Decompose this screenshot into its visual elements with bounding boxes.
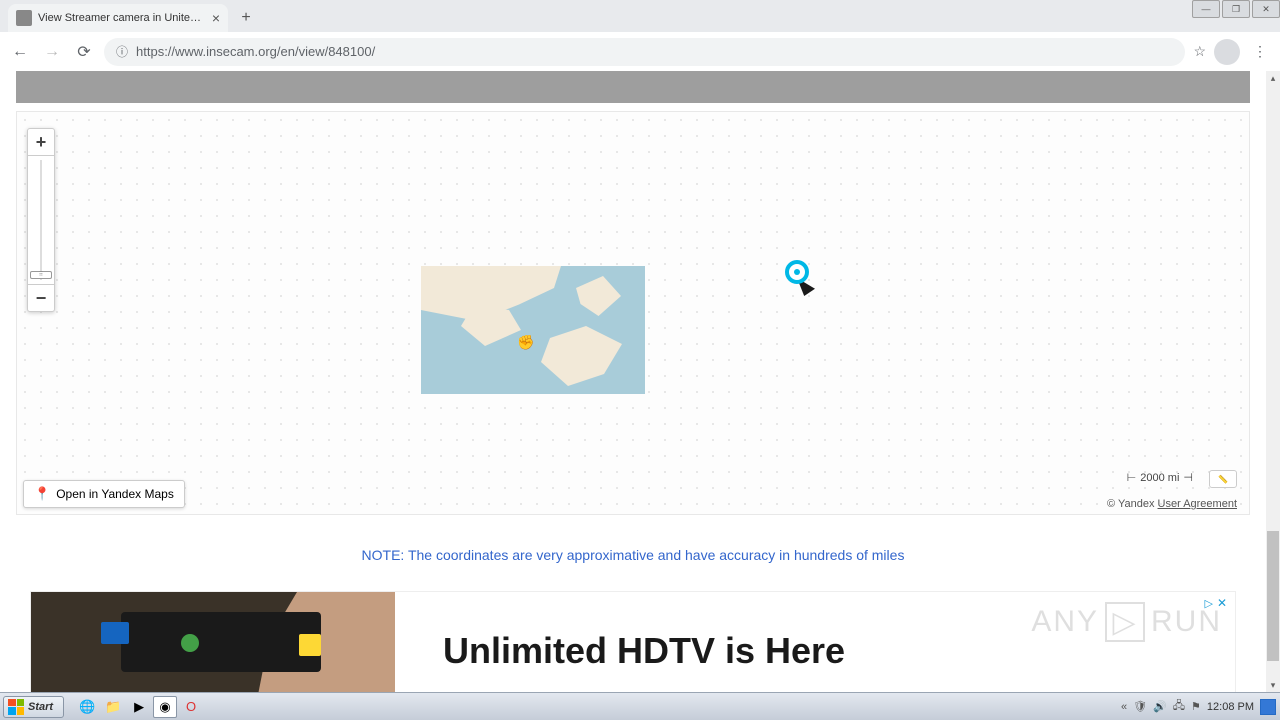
media-player-icon[interactable]: ▶ [127, 696, 151, 718]
site-info-icon[interactable]: ⓘ [116, 43, 128, 60]
opera-icon[interactable]: O [179, 696, 203, 718]
windows-logo-icon [8, 699, 24, 715]
copyright-prefix: © Yandex [1107, 498, 1158, 510]
map-scale: ⊢ 2000 mi ⊣ [1127, 471, 1193, 484]
adchoices-icon[interactable]: ▷ [1204, 597, 1212, 610]
zoom-out-button[interactable]: − [28, 285, 54, 311]
system-tray: « 🛡 🔊 🖧 ⚑ 12:08 PM [1121, 697, 1280, 716]
advertisement[interactable]: Unlimited HDTV is Here ▷ ✕ [30, 591, 1236, 692]
scale-bracket-left: ⊢ [1127, 471, 1137, 484]
banner-placeholder [16, 71, 1250, 103]
tray-network-icon[interactable]: 🖧 [1173, 697, 1185, 716]
ad-text-area: Unlimited HDTV is Here [395, 592, 1235, 692]
minimize-button[interactable]: — [1192, 0, 1220, 18]
start-button[interactable]: Start [3, 696, 64, 718]
scroll-up-arrow-icon[interactable]: ▴ [1266, 71, 1280, 85]
map-landmass [541, 326, 631, 386]
pin-icon: 📍 [34, 486, 50, 502]
scale-value: 2000 mi [1140, 472, 1179, 484]
tray-volume-icon[interactable]: 🔊 [1153, 700, 1167, 713]
open-in-yandex-maps-button[interactable]: 📍 Open in Yandex Maps [23, 480, 185, 508]
chrome-taskbar-icon[interactable]: ◉ [153, 696, 177, 718]
favicon-icon [16, 10, 32, 26]
ad-detail [181, 634, 199, 652]
ruler-button[interactable]: 📏 [1209, 470, 1237, 488]
tray-clock[interactable]: 12:08 PM [1207, 701, 1254, 713]
address-bar[interactable]: ⓘ https://www.insecam.org/en/view/848100… [104, 38, 1185, 66]
map-container[interactable]: + ⠿ − ✊ 📍 Open in Yandex Maps ⊢ 2000 mi … [16, 111, 1250, 515]
back-button[interactable]: ← [8, 40, 32, 64]
taskbar: Start 🌐 📁 ▶ ◉ O « 🛡 🔊 🖧 ⚑ 12:08 PM [0, 692, 1280, 720]
new-tab-button[interactable]: + [232, 4, 260, 32]
browser-toolbar: ← → ⟳ ⓘ https://www.insecam.org/en/view/… [0, 32, 1280, 71]
tab-title: View Streamer camera in United Sta [38, 12, 206, 24]
browser-tab[interactable]: View Streamer camera in United Sta × [8, 4, 228, 32]
maximize-button[interactable]: ❐ [1222, 0, 1250, 18]
bookmark-star-icon[interactable]: ☆ [1193, 43, 1206, 60]
tab-strip: View Streamer camera in United Sta × + —… [0, 0, 1280, 32]
ad-image [31, 592, 395, 692]
ad-headline: Unlimited HDTV is Here [443, 630, 845, 672]
zoom-control: + ⠿ − [27, 128, 55, 312]
open-maps-label: Open in Yandex Maps [56, 487, 174, 501]
tray-flag-icon[interactable]: ⚑ [1191, 700, 1201, 713]
zoom-in-button[interactable]: + [28, 129, 54, 155]
browser-chrome: View Streamer camera in United Sta × + —… [0, 0, 1280, 71]
ie-icon[interactable]: 🌐 [75, 696, 99, 718]
coordinates-note: NOTE: The coordinates are very approxima… [16, 547, 1250, 563]
zoom-slider[interactable]: ⠿ [28, 155, 54, 285]
close-window-button[interactable]: ✕ [1252, 0, 1280, 18]
ad-detail [101, 622, 129, 644]
quick-launch: 🌐 📁 ▶ ◉ O [75, 696, 203, 718]
map-copyright: © Yandex User Agreement [1107, 498, 1237, 510]
ad-choices-badge: ▷ ✕ [1204, 596, 1227, 610]
tray-shield-icon[interactable]: 🛡 [1133, 700, 1147, 713]
page-viewport: + ⠿ − ✊ 📍 Open in Yandex Maps ⊢ 2000 mi … [0, 71, 1266, 692]
map-tile[interactable] [421, 266, 645, 394]
zoom-slider-track [40, 160, 42, 280]
ad-close-button[interactable]: ✕ [1217, 596, 1227, 610]
window-controls: — ❐ ✕ [1190, 0, 1280, 18]
map-landmass [576, 276, 621, 316]
user-agreement-link[interactable]: User Agreement [1158, 498, 1237, 510]
url-text: https://www.insecam.org/en/view/848100/ [136, 44, 1173, 59]
scrollbar-thumb[interactable] [1267, 531, 1279, 661]
show-desktop-button[interactable] [1260, 699, 1276, 715]
tray-expand-icon[interactable]: « [1121, 701, 1127, 713]
scale-bracket-right: ⊣ [1183, 471, 1193, 484]
reload-button[interactable]: ⟳ [72, 40, 96, 64]
start-label: Start [28, 701, 53, 713]
map-marker[interactable] [785, 260, 809, 284]
map-landmass [461, 306, 521, 346]
zoom-slider-handle[interactable]: ⠿ [30, 271, 52, 279]
profile-button[interactable] [1214, 39, 1240, 65]
marker-pin-icon [785, 260, 809, 284]
forward-button[interactable]: → [40, 40, 64, 64]
ad-detail [299, 634, 321, 656]
explorer-icon[interactable]: 📁 [101, 696, 125, 718]
close-tab-icon[interactable]: × [212, 10, 220, 26]
scroll-down-arrow-icon[interactable]: ▾ [1266, 678, 1280, 692]
menu-button[interactable]: ⋮ [1248, 40, 1272, 64]
ad-device [121, 612, 321, 672]
vertical-scrollbar[interactable]: ▴ ▾ [1266, 71, 1280, 692]
